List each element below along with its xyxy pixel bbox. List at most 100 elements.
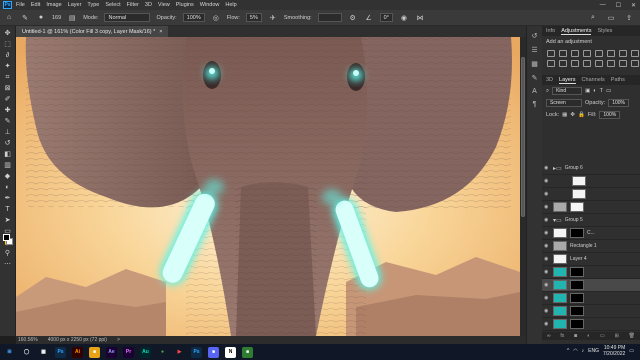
menu-filter[interactable]: Filter	[127, 2, 139, 8]
notion-app-icon[interactable]: N	[225, 346, 236, 358]
close-tab-icon[interactable]: ×	[159, 29, 162, 35]
media-app-icon[interactable]: ▶	[174, 347, 185, 358]
network-icon[interactable]: ◠	[573, 348, 577, 354]
angle-field[interactable]: 0°	[379, 13, 393, 22]
scrollbar-thumb[interactable]	[521, 57, 525, 217]
layer-row[interactable]: ◉ C...	[542, 227, 640, 240]
visibility-eye-icon[interactable]: ◉	[544, 282, 550, 288]
visibility-eye-icon[interactable]: ◉	[544, 165, 550, 171]
more-tools-icon[interactable]: ⋯	[3, 261, 13, 269]
history-panel-icon[interactable]: ↺	[532, 32, 538, 40]
channel-mixer-icon[interactable]	[559, 60, 567, 67]
menu-help[interactable]: Help	[225, 2, 236, 8]
color-balance-icon[interactable]	[619, 50, 627, 57]
after-effects-app-icon[interactable]: Ae	[106, 346, 117, 358]
gradient-map-icon[interactable]	[619, 60, 627, 67]
tab-adjustments[interactable]: Adjustments	[561, 28, 592, 35]
notifications-icon[interactable]: ▭	[629, 348, 634, 354]
filter-pixel-icon[interactable]: ▣	[585, 88, 590, 94]
invert-icon[interactable]	[583, 60, 591, 67]
crop-tool-icon[interactable]: ⌗	[3, 74, 13, 82]
tab-channels[interactable]: Channels	[582, 77, 605, 83]
visibility-eye-icon[interactable]: ◉	[544, 230, 550, 236]
brush-size[interactable]: 169	[52, 15, 61, 21]
maximize-button[interactable]: ☐	[616, 2, 621, 9]
share-icon[interactable]: ⇪	[624, 13, 634, 23]
menu-file[interactable]: File	[16, 2, 25, 8]
flow-field[interactable]: 5%	[245, 13, 262, 22]
menu-image[interactable]: Image	[46, 2, 61, 8]
filter-type-icon[interactable]: T	[600, 88, 603, 94]
symmetry-icon[interactable]: ⋈	[415, 13, 425, 23]
pressure-size-icon[interactable]: ◉	[399, 13, 409, 23]
tab-layers[interactable]: Layers	[559, 77, 576, 84]
layer-row[interactable]: ◉	[542, 318, 640, 331]
layer-row[interactable]: ◉	[542, 175, 640, 188]
tab-3d[interactable]: 3D	[546, 77, 553, 83]
smoothing-field[interactable]	[317, 13, 342, 22]
premiere-app-icon[interactable]: Pr	[123, 346, 134, 358]
visibility-eye-icon[interactable]: ◉	[544, 295, 550, 301]
blur-tool-icon[interactable]: ◆	[3, 173, 13, 181]
zoom-tool-icon[interactable]: ⚲	[3, 250, 13, 258]
visibility-eye-icon[interactable]: ◉	[544, 269, 550, 275]
menu-edit[interactable]: Edit	[31, 2, 40, 8]
brush-tool-icon-left[interactable]: ✎	[3, 118, 13, 126]
lock-all-icon[interactable]: 🔒	[578, 112, 585, 118]
visibility-eye-icon[interactable]: ◉	[544, 217, 550, 223]
layer-row[interactable]: ◉	[542, 201, 640, 214]
layer-opacity-field[interactable]: 100%	[608, 99, 629, 107]
brightness-icon[interactable]	[547, 50, 555, 57]
chrome-app-icon[interactable]: ●	[157, 347, 168, 358]
type-tool-icon[interactable]: T	[3, 206, 13, 214]
stamp-tool-icon[interactable]: ⊥	[3, 129, 13, 137]
black-white-icon[interactable]	[631, 50, 639, 57]
selective-color-icon[interactable]	[631, 60, 639, 67]
move-tool-icon[interactable]: ✥	[3, 30, 13, 38]
photoshop-app-icon-2[interactable]: Ps	[191, 346, 202, 358]
dodge-tool-icon[interactable]: ◐	[3, 184, 13, 192]
language-indicator[interactable]: ENG	[588, 348, 599, 354]
kind-filter-select[interactable]: Kind	[552, 87, 583, 95]
frame-tool-icon[interactable]: ⊠	[3, 85, 13, 93]
visibility-eye-icon[interactable]: ◉	[544, 191, 550, 197]
layer-group-5[interactable]: ◉ ▾▭ Group 5	[542, 214, 640, 227]
vibrance-icon[interactable]	[595, 50, 603, 57]
document-canvas[interactable]	[16, 37, 520, 336]
fill-field[interactable]: 100%	[599, 111, 621, 119]
new-layer-icon[interactable]: ⊞	[615, 333, 619, 339]
chevron-up-icon[interactable]: ^	[567, 348, 569, 354]
task-view-icon[interactable]: ▦	[38, 347, 49, 358]
layer-4[interactable]: ◉ Layer 4	[542, 253, 640, 266]
curves-icon[interactable]	[571, 50, 579, 57]
menu-type[interactable]: Type	[87, 2, 99, 8]
audition-app-icon[interactable]: Au	[140, 346, 151, 358]
layer-row[interactable]: ◉	[542, 305, 640, 318]
layer-row[interactable]: ◉	[542, 266, 640, 279]
lasso-tool-icon[interactable]: ∂	[3, 52, 13, 60]
visibility-eye-icon[interactable]: ◉	[544, 178, 550, 184]
smoothing-settings-icon[interactable]: ⚙	[348, 13, 358, 23]
discord-app-icon[interactable]: ■	[208, 346, 219, 358]
visibility-eye-icon[interactable]: ◉	[544, 204, 550, 210]
tab-info[interactable]: Info	[546, 28, 555, 34]
clock[interactable]: 10:49 PM 7/20/2022	[603, 345, 625, 357]
start-icon[interactable]: ⊞	[4, 347, 15, 358]
layer-rectangle-1[interactable]: ◉ Rectangle 1	[542, 240, 640, 253]
menu-select[interactable]: Select	[105, 2, 120, 8]
threshold-icon[interactable]	[607, 60, 615, 67]
menu-view[interactable]: View	[158, 2, 170, 8]
layer-row[interactable]: ◉	[542, 292, 640, 305]
new-adjustment-icon[interactable]: ◐	[587, 333, 590, 339]
tab-paths[interactable]: Paths	[611, 77, 625, 83]
marquee-tool-icon[interactable]: ⬚	[3, 41, 13, 49]
menu-plugins[interactable]: Plugins	[176, 2, 194, 8]
tab-styles[interactable]: Styles	[597, 28, 612, 34]
filter-shape-icon[interactable]: ▭	[606, 88, 611, 94]
paragraph-panel-icon[interactable]: ¶	[533, 101, 537, 108]
photoshop-app-icon[interactable]: Ps	[55, 346, 66, 358]
brush-settings-icon[interactable]: ▤	[67, 13, 77, 23]
posterize-icon[interactable]	[595, 60, 603, 67]
visibility-eye-icon[interactable]: ◉	[544, 321, 550, 327]
blend-mode-select[interactable]: Screen	[546, 99, 582, 107]
